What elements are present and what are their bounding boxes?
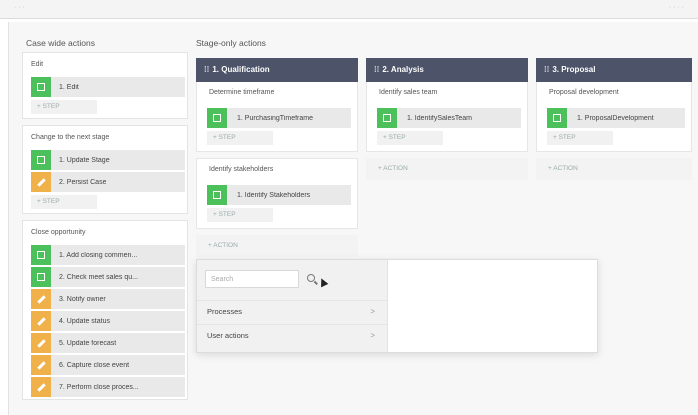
drag-handle-icon[interactable]: ⁞⁞ [374, 58, 379, 82]
menu-item-label: Processes [207, 307, 243, 316]
square-icon [31, 77, 51, 97]
step-item[interactable]: 1. Add closing commen... [31, 245, 185, 265]
step-label: 7. Perform close proces... [59, 383, 139, 391]
process-change-stage[interactable]: Change to the next stage 1. Update Stage… [22, 125, 188, 214]
square-icon [31, 245, 51, 265]
case-wide-title: Case wide actions [26, 38, 95, 48]
chevron-right-icon: > [370, 307, 375, 316]
add-action-popup: Search Processes > User actions > [196, 259, 598, 353]
process-title: Close opportunity [31, 229, 86, 236]
process-edit[interactable]: Edit 1. Edit + STEP [22, 52, 188, 119]
window-titlebar: · · · · · · · [0, 0, 698, 19]
drag-handle-icon[interactable]: ⁞⁞ [544, 58, 549, 82]
square-icon [377, 108, 397, 128]
process-title: Identify stakeholders [209, 166, 274, 173]
process-title: Proposal development [549, 89, 619, 96]
mouse-cursor-icon [317, 276, 329, 288]
step-persist-case[interactable]: 2. Persist Case [31, 172, 185, 192]
step-label: 5. Update forecast [59, 339, 117, 347]
step-label: 2. Check meet sales qu... [59, 273, 138, 281]
step-label: 2. Persist Case [59, 178, 107, 186]
menu-item-label: User actions [207, 331, 249, 340]
square-icon [31, 150, 51, 170]
step-label: 1. Identify Stakeholders [237, 191, 311, 199]
pencil-icon [31, 311, 51, 331]
square-icon [207, 185, 227, 205]
step-item[interactable]: 3. Notify owner [31, 289, 185, 309]
step-label: 1. PurchasingTimeframe [237, 114, 313, 122]
process-card[interactable]: Proposal development 1. ProposalDevelopm… [536, 82, 692, 152]
add-step-button[interactable]: + STEP [547, 131, 613, 145]
step-label: 1. IdentifySalesTeam [407, 114, 472, 122]
process-card[interactable]: Identify sales team 1. IdentifySalesTeam… [366, 82, 528, 152]
process-title: Change to the next stage [31, 134, 110, 141]
stage-only-title: Stage-only actions [196, 38, 266, 48]
stage-title: 2. Analysis [382, 65, 424, 74]
step-label: 1. Update Stage [59, 156, 110, 164]
search-input[interactable]: Search [205, 270, 299, 288]
step-label: 6. Capture close event [59, 361, 130, 369]
titlebar-right-text: · · · · [668, 4, 684, 11]
stage-title: 3. Proposal [552, 65, 596, 74]
process-card[interactable]: Determine timeframe 1. PurchasingTimefra… [196, 82, 358, 152]
step-label: 3. Notify owner [59, 295, 106, 303]
titlebar-left-text: · · · [14, 4, 25, 11]
step-label: 4. Update status [59, 317, 110, 325]
add-action-button[interactable]: + ACTION [536, 158, 692, 180]
add-action-button[interactable]: + ACTION [196, 235, 358, 257]
add-action-button[interactable]: + ACTION [366, 158, 528, 180]
step-item[interactable]: 5. Update forecast [31, 333, 185, 353]
drag-handle-icon[interactable]: ⁞⁞ [204, 58, 209, 82]
stage-title: 1. Qualification [212, 65, 270, 74]
step-item[interactable]: 2. Check meet sales qu... [31, 267, 185, 287]
menu-item-processes[interactable]: Processes > [197, 300, 387, 322]
step-update-stage[interactable]: 1. Update Stage [31, 150, 185, 170]
step-item[interactable]: 1. PurchasingTimeframe [207, 108, 351, 128]
add-step-button[interactable]: + STEP [377, 131, 443, 145]
chevron-right-icon: > [370, 331, 375, 340]
step-label: 1. Edit [59, 83, 79, 91]
process-title: Edit [31, 61, 44, 68]
menu-item-user-actions[interactable]: User actions > [197, 324, 387, 346]
case-wide-column: Edit 1. Edit + STEP Change to the next s… [22, 52, 188, 406]
pencil-icon [31, 355, 51, 375]
square-icon [207, 108, 227, 128]
square-icon [31, 267, 51, 287]
popup-menu: Search Processes > User actions > [197, 260, 388, 352]
step-item[interactable]: 1. ProposalDevelopment [547, 108, 685, 128]
add-step-button[interactable]: + STEP [31, 100, 97, 114]
process-title: Determine timeframe [209, 89, 275, 96]
process-card[interactable]: Identify stakeholders 1. Identify Stakeh… [196, 158, 358, 229]
add-step-button[interactable]: + STEP [31, 195, 97, 209]
step-item[interactable]: 6. Capture close event [31, 355, 185, 375]
stage-header[interactable]: ⁞⁞ 2. Analysis [366, 58, 528, 82]
step-item[interactable]: 7. Perform close proces... [31, 377, 185, 397]
stage-proposal: ⁞⁞ 3. Proposal Proposal development 1. P… [536, 58, 692, 180]
pencil-icon [31, 289, 51, 309]
step-edit[interactable]: 1. Edit [31, 77, 185, 97]
step-item[interactable]: 1. Identify Stakeholders [207, 185, 351, 205]
process-title: Identify sales team [379, 89, 438, 96]
add-step-button[interactable]: + STEP [207, 131, 273, 145]
pencil-icon [31, 172, 51, 192]
step-label: 1. ProposalDevelopment [577, 114, 654, 122]
stage-qualification: ⁞⁞ 1. Qualification Determine timeframe … [196, 58, 358, 257]
step-label: 1. Add closing commen... [59, 251, 138, 259]
step-item[interactable]: 4. Update status [31, 311, 185, 331]
step-item[interactable]: 1. IdentifySalesTeam [377, 108, 521, 128]
pencil-icon [31, 377, 51, 397]
stage-analysis: ⁞⁞ 2. Analysis Identify sales team 1. Id… [366, 58, 528, 180]
search-icon[interactable] [307, 274, 315, 282]
stage-header[interactable]: ⁞⁞ 1. Qualification [196, 58, 358, 82]
pencil-icon [31, 333, 51, 353]
add-step-button[interactable]: + STEP [207, 208, 273, 222]
stage-header[interactable]: ⁞⁞ 3. Proposal [536, 58, 692, 82]
square-icon [547, 108, 567, 128]
process-close-opportunity[interactable]: Close opportunity 1. Add closing commen.… [22, 220, 188, 400]
